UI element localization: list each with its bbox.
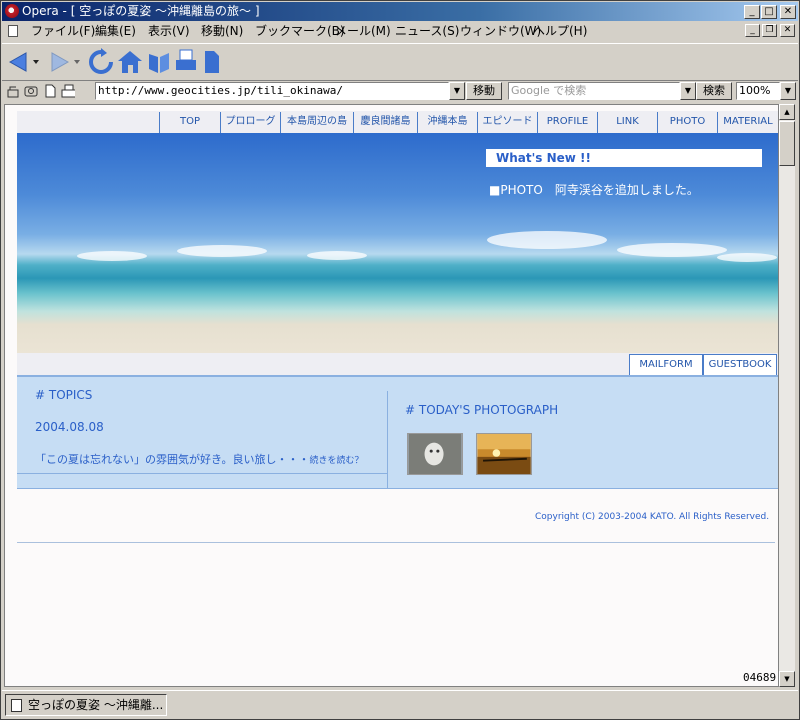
vertical-scrollbar[interactable]: ▲ ▼ — [779, 104, 795, 687]
navigation-toolbar — [2, 43, 798, 81]
page-tab[interactable]: 空っぽの夏姿 ～沖縄離... — [5, 694, 167, 716]
content-panel: # TOPICS 2004.08.08 「この夏は忘れない」の雰囲気が好き。良い… — [17, 375, 778, 489]
panel-divider — [387, 391, 388, 489]
hero-beach-image: What's New !! ■PHOTO 阿寺渓谷を追加しました。 — [17, 133, 778, 353]
search-engine-dropdown[interactable]: ▼ — [680, 82, 696, 100]
menu-news[interactable]: ニュース(S) — [395, 24, 459, 39]
security-icon[interactable] — [6, 84, 20, 98]
zoom-dropdown-button[interactable]: ▼ — [780, 82, 796, 100]
menu-window[interactable]: ウィンドウ(W) — [460, 24, 541, 39]
photo-thumb-sunset[interactable] — [476, 433, 532, 475]
whats-new-title: What's New !! — [486, 149, 762, 167]
address-bar: http://www.geocities.jp/tili_okinawa/ ▼ … — [2, 80, 798, 102]
close-button[interactable]: ✕ — [780, 5, 796, 19]
page-tab-title: 空っぽの夏姿 ～沖縄離... — [28, 698, 164, 712]
print-icon[interactable] — [174, 48, 198, 76]
nav-profile-link[interactable]: PROFILE — [537, 112, 597, 133]
google-search-input[interactable]: Google で検索 — [508, 82, 680, 100]
menu-mail[interactable]: メール(M) — [335, 24, 391, 39]
url-dropdown-button[interactable]: ▼ — [449, 82, 465, 100]
mdi-restore-button[interactable]: ❐ — [762, 24, 777, 37]
scroll-down-button[interactable]: ▼ — [779, 671, 795, 687]
new-page-icon[interactable] — [202, 48, 222, 76]
nav-islands-link[interactable]: 本島周辺の島 — [280, 112, 353, 133]
todays-photo-heading: # TODAY'S PHOTOGRAPH — [405, 403, 559, 417]
menu-edit[interactable]: 編集(E) — [95, 24, 136, 39]
document-icon[interactable] — [8, 25, 18, 37]
topics-text: 「この夏は忘れない」の雰囲気が好き。良い旅し・・・ — [35, 453, 310, 466]
menu-view[interactable]: 表示(V) — [148, 24, 190, 39]
reload-icon[interactable] — [88, 48, 114, 76]
search-button[interactable]: 検索 — [696, 82, 732, 100]
whats-new-category: ■PHOTO — [489, 183, 543, 197]
page-icon[interactable] — [43, 84, 57, 98]
go-button[interactable]: 移動 — [466, 82, 502, 100]
topics-date: 2004.08.08 — [35, 420, 104, 434]
zoom-level[interactable]: 100% — [736, 82, 780, 100]
topics-heading: # TOPICS — [35, 388, 93, 402]
page-tab-icon — [11, 699, 22, 712]
footer-divider — [17, 542, 775, 543]
nav-photo-link[interactable]: PHOTO — [657, 112, 717, 133]
nav-okinawa-main-link[interactable]: 沖縄本島 — [417, 112, 477, 133]
topics-entry[interactable]: 「この夏は忘れない」の雰囲気が好き。良い旅し・・・続きを読む？ — [35, 451, 363, 467]
title-bar: Opera - [ 空っぽの夏姿 ～沖縄離島の旅～ ] _ □ ✕ — [2, 2, 798, 21]
window-list-bar: 空っぽの夏姿 ～沖縄離... — [2, 690, 798, 719]
menu-bar: ファイル(F) 編集(E) 表示(V) 移動(N) ブックマーク(B) メール(… — [2, 22, 798, 41]
nav-link-link[interactable]: LINK — [597, 112, 657, 133]
guestbook-link[interactable]: GUESTBOOK — [703, 354, 777, 375]
printer-icon[interactable] — [61, 84, 75, 98]
browser-window: Opera - [ 空っぽの夏姿 ～沖縄離島の旅～ ] _ □ ✕ ファイル(F… — [0, 0, 800, 720]
opera-logo-icon — [5, 4, 19, 18]
nav-material-link[interactable]: MATERIAL — [717, 112, 778, 133]
maximize-button[interactable]: □ — [761, 5, 777, 19]
page-viewport: TOP プロローグ 本島周辺の島 慶良間諸島 沖縄本島 エピソード PROFIL… — [4, 104, 779, 687]
mdi-close-button[interactable]: ✕ — [780, 24, 795, 37]
nav-kerama-link[interactable]: 慶良間諸島 — [353, 112, 417, 133]
access-counter: 04689 — [743, 671, 777, 684]
sub-nav-bar: MAILFORM GUESTBOOK — [17, 353, 778, 375]
wand-icon[interactable] — [24, 84, 38, 98]
menu-file[interactable]: ファイル(F) — [31, 24, 95, 39]
nav-prologue-link[interactable]: プロローグ — [220, 112, 280, 133]
back-icon[interactable] — [6, 48, 40, 76]
mdi-minimize-button[interactable]: _ — [745, 24, 760, 37]
home-icon[interactable] — [116, 48, 144, 76]
topics-divider — [17, 473, 387, 474]
scrollbar-thumb[interactable] — [779, 121, 795, 166]
nav-top-link[interactable]: TOP — [159, 112, 220, 133]
viewport-bottom-edge — [4, 687, 795, 689]
read-more-link[interactable]: 続きを読む？ — [309, 456, 363, 466]
hotlist-icon[interactable] — [146, 48, 172, 76]
whats-new-item[interactable]: ■PHOTO 阿寺渓谷を追加しました。 — [489, 181, 699, 198]
window-title: Opera - [ 空っぽの夏姿 ～沖縄離島の旅～ ] — [22, 4, 260, 18]
forward-icon[interactable] — [48, 48, 82, 76]
whats-new-text: 阿寺渓谷を追加しました。 — [554, 183, 699, 197]
url-input[interactable]: http://www.geocities.jp/tili_okinawa/ — [95, 82, 449, 100]
menu-navigate[interactable]: 移動(N) — [201, 24, 243, 39]
scroll-up-button[interactable]: ▲ — [779, 104, 795, 120]
nav-episode-link[interactable]: エピソード — [477, 112, 537, 133]
minimize-button[interactable]: _ — [744, 5, 760, 19]
copyright-text: Copyright (C) 2003-2004 KATO. All Rights… — [535, 512, 770, 522]
mailform-link[interactable]: MAILFORM — [629, 354, 703, 375]
photo-thumb-dog[interactable] — [407, 433, 463, 475]
menu-help[interactable]: ヘルプ(H) — [533, 24, 587, 39]
menu-bookmarks[interactable]: ブックマーク(B) — [255, 24, 345, 39]
